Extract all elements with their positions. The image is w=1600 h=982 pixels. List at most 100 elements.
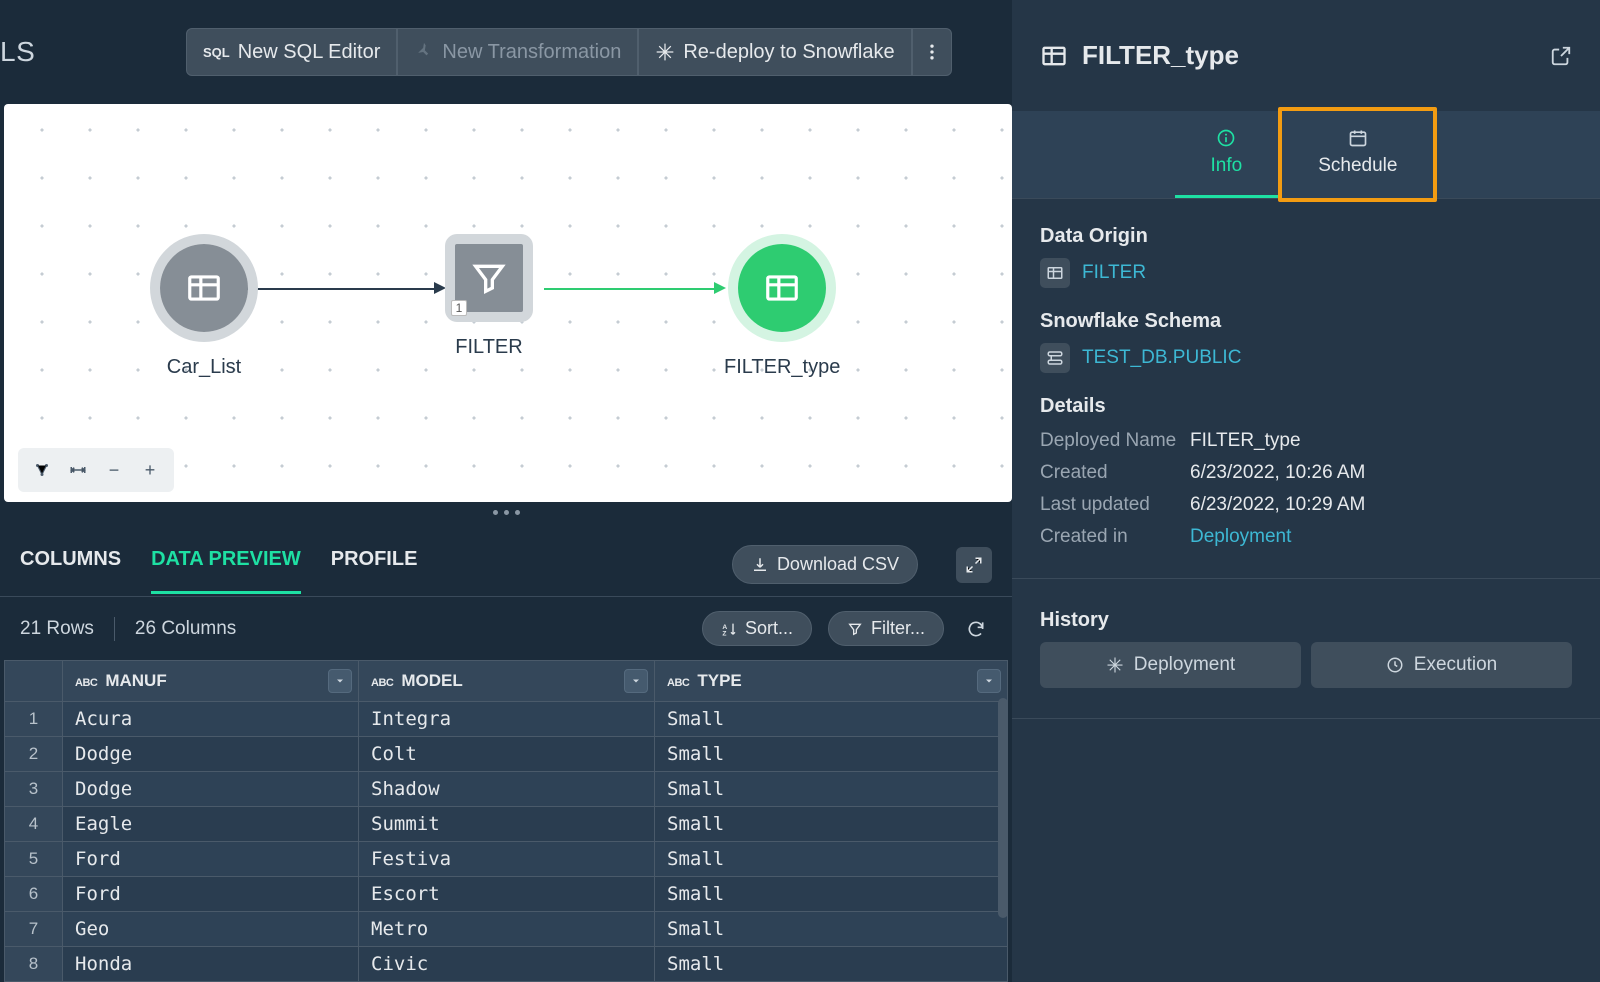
top-toolbar: LS SQL New SQL Editor New Transformation…	[0, 0, 1012, 104]
row-number: 3	[5, 772, 63, 807]
sort-az-icon: AZ	[721, 621, 737, 637]
table-row[interactable]: 7GeoMetroSmall	[5, 912, 1008, 947]
table-cell: Small	[655, 877, 1008, 912]
refresh-icon	[966, 619, 986, 639]
table-row[interactable]: 6FordEscortSmall	[5, 877, 1008, 912]
column-menu-button[interactable]	[328, 669, 352, 693]
download-csv-button[interactable]: Download CSV	[732, 545, 918, 584]
data-origin-link[interactable]: FILTER	[1082, 262, 1146, 284]
table-cell: Small	[655, 842, 1008, 877]
info-icon	[1216, 128, 1236, 148]
column-menu-button[interactable]	[977, 669, 1001, 693]
history-execution-button[interactable]: Execution	[1311, 642, 1572, 688]
table-cell: Escort	[359, 877, 655, 912]
chevron-down-icon	[630, 675, 642, 687]
tab-schedule[interactable]: Schedule	[1278, 107, 1437, 202]
deployed-name-value: FILTER_type	[1190, 430, 1572, 452]
table-row[interactable]: 2DodgeColtSmall	[5, 737, 1008, 772]
filter-button[interactable]: Filter...	[828, 611, 944, 646]
row-number: 8	[5, 947, 63, 982]
inspector-tabs: Info Schedule	[1012, 111, 1600, 199]
table-icon	[763, 269, 801, 307]
section-history: History Deployment Execution	[1040, 609, 1572, 688]
history-icon	[1386, 656, 1404, 674]
table-row[interactable]: 4EagleSummitSmall	[5, 807, 1008, 842]
snowflake-icon	[1106, 656, 1124, 674]
expand-icon	[965, 556, 983, 574]
table-icon	[1040, 42, 1068, 70]
new-sql-editor-button[interactable]: SQL New SQL Editor	[186, 28, 397, 76]
table-cell: Shadow	[359, 772, 655, 807]
history-deployment-button[interactable]: Deployment	[1040, 642, 1301, 688]
column-header-model[interactable]: ABCMODEL	[359, 661, 655, 702]
node-label: FILTER	[455, 336, 522, 359]
table-cell: Small	[655, 947, 1008, 982]
text-type-icon: ABC	[371, 677, 393, 689]
bottom-tabs: COLUMNS DATA PREVIEW PROFILE Download CS…	[0, 523, 1012, 597]
tab-info[interactable]: Info	[1175, 111, 1279, 198]
section-title: History	[1040, 609, 1572, 632]
tab-columns[interactable]: COLUMNS	[20, 548, 121, 594]
layout-fit-button[interactable]	[26, 454, 58, 486]
schema-icon	[1040, 343, 1070, 373]
schema-link[interactable]: TEST_DB.PUBLIC	[1082, 347, 1241, 369]
zoom-in-button[interactable]: +	[134, 454, 166, 486]
column-count: 26 Columns	[135, 618, 236, 640]
created-in-label: Created in	[1040, 526, 1190, 548]
column-header-manuf[interactable]: ABCMANUF	[63, 661, 359, 702]
new-transformation-button[interactable]: New Transformation	[397, 28, 638, 76]
divider	[1012, 578, 1600, 579]
snowflake-icon	[655, 42, 675, 62]
table-cell: Integra	[359, 702, 655, 737]
filter-icon	[469, 258, 509, 298]
divider	[1012, 718, 1600, 719]
pin-icon	[414, 42, 434, 62]
row-number: 2	[5, 737, 63, 772]
node-filter-type[interactable]: FILTER_type	[724, 234, 840, 379]
tab-data-preview[interactable]: DATA PREVIEW	[151, 548, 301, 594]
table-cell: Ford	[63, 842, 359, 877]
resize-handle[interactable]	[0, 502, 1012, 523]
open-external-button[interactable]	[1550, 45, 1572, 67]
expand-button[interactable]	[956, 547, 992, 583]
sort-button[interactable]: AZ Sort...	[702, 611, 812, 646]
toolbar-more-button[interactable]	[912, 28, 952, 76]
toolbar-button-group: SQL New SQL Editor New Transformation Re…	[186, 28, 952, 76]
refresh-button[interactable]	[960, 613, 992, 645]
chevron-down-icon	[334, 675, 346, 687]
fit-width-button[interactable]	[62, 454, 94, 486]
deployed-name-label: Deployed Name	[1040, 430, 1190, 452]
table-cell: Metro	[359, 912, 655, 947]
table-row[interactable]: 8HondaCivicSmall	[5, 947, 1008, 982]
table-meta-row: 21 Rows 26 Columns AZ Sort... Filter...	[0, 597, 1012, 660]
row-number: 5	[5, 842, 63, 877]
text-type-icon: ABC	[667, 677, 689, 689]
table-cell: Colt	[359, 737, 655, 772]
node-badge: 1	[451, 300, 467, 316]
table-row[interactable]: 5FordFestivaSmall	[5, 842, 1008, 877]
inspector-title: FILTER_type	[1082, 40, 1536, 71]
more-vertical-icon	[922, 42, 942, 62]
row-number: 1	[5, 702, 63, 737]
inspector-body: Data Origin FILTER Snowflake Schema TEST…	[1012, 199, 1600, 753]
created-in-link[interactable]: Deployment	[1190, 526, 1572, 548]
node-filter[interactable]: 1 FILTER	[445, 234, 533, 359]
tab-profile[interactable]: PROFILE	[331, 548, 418, 594]
sql-icon: SQL	[203, 45, 230, 60]
column-header-type[interactable]: ABCTYPE	[655, 661, 1008, 702]
svg-text:A: A	[722, 624, 727, 631]
section-title: Data Origin	[1040, 225, 1572, 248]
column-menu-button[interactable]	[624, 669, 648, 693]
section-details: Details Deployed Name FILTER_type Create…	[1040, 395, 1572, 548]
graph-canvas[interactable]: Car_List 1 FILTER FILTER_type − +	[4, 104, 1012, 502]
updated-label: Last updated	[1040, 494, 1190, 516]
table-row[interactable]: 3DodgeShadowSmall	[5, 772, 1008, 807]
table-row[interactable]: 1AcuraIntegraSmall	[5, 702, 1008, 737]
table-cell: Civic	[359, 947, 655, 982]
rownum-header	[5, 661, 63, 702]
table-cell: Geo	[63, 912, 359, 947]
redeploy-snowflake-button[interactable]: Re-deploy to Snowflake	[638, 28, 911, 76]
node-car-list[interactable]: Car_List	[150, 234, 258, 379]
vertical-scrollbar[interactable]	[998, 698, 1008, 918]
zoom-out-button[interactable]: −	[98, 454, 130, 486]
